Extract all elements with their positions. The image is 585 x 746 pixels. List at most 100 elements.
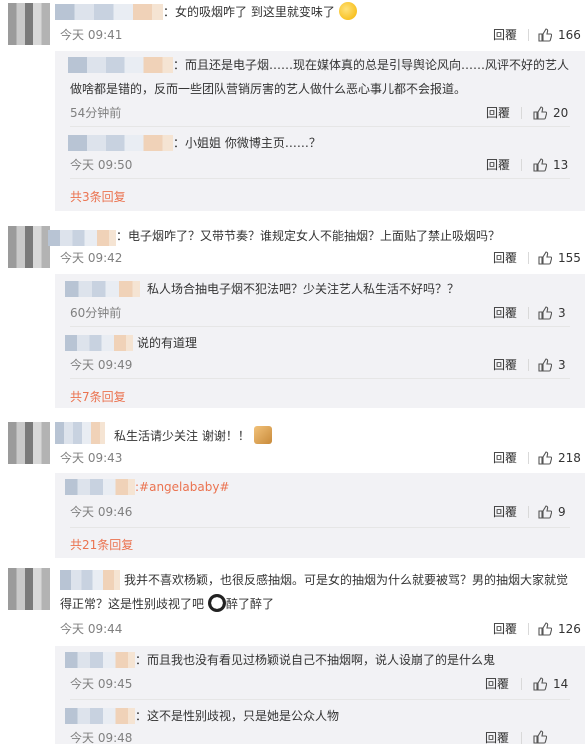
hashtag-link[interactable]: :#angelababy# [135,480,230,494]
like-button[interactable]: 9 [538,504,566,520]
like-button[interactable]: 166 [538,27,581,43]
comment-text: ：电子烟咋了？又带节奏？谁规定女人不能抽烟？上面贴了禁止吸烟吗？ [116,229,501,243]
divider [528,506,529,518]
divider [521,159,522,171]
username-mosaic[interactable] [65,335,133,351]
divider [521,107,522,119]
divider [528,29,529,41]
reply-button[interactable]: 回覆 [493,621,517,637]
divider [70,326,570,327]
like-count: 14 [553,677,569,691]
reply-box: 私人场合抽电子烟不犯法吧？少关注艺人私生活不好吗？？ 60分钟前 回覆 3 说的… [55,274,585,408]
divider [70,378,570,379]
thumbs-up-icon [538,505,552,519]
divider [70,178,570,179]
divider [70,527,570,528]
avatar[interactable] [8,226,50,268]
view-more-replies-link[interactable]: 共7条回复 [70,389,126,405]
like-button[interactable]: 3 [538,357,566,373]
like-button[interactable]: 3 [538,305,566,321]
reply-time: 54分钟前 [70,106,122,120]
reply-box: ：而且还是电子烟……现在媒体真的总是引导舆论风向……风评不好的艺人做啥都是错的，… [55,51,585,211]
reply-button[interactable]: 回覆 [493,27,517,43]
username-mosaic[interactable] [48,230,116,246]
view-more-replies-link[interactable]: 共3条回复 [70,189,126,205]
comment-thread: 私生活请少关注 谢谢！！ 今天 09:43 回覆 218 :#angelabab… [0,420,585,562]
username-mosaic[interactable] [55,4,163,20]
reply-button[interactable]: 回覆 [493,450,517,466]
comment-time: 今天 09:43 [60,451,123,465]
comment-thread: ：电子烟咋了？又带节奏？谁规定女人不能抽烟？上面贴了禁止吸烟吗？ 今天 09:4… [0,226,585,412]
thumbs-up-icon [538,251,552,265]
reply-button[interactable]: 回覆 [486,157,510,173]
reply-text: ：而且我也没有看见过杨颖说自己不抽烟啊，说人设崩了的是什么鬼 [135,653,496,667]
username-mosaic[interactable] [68,135,173,151]
like-count: 166 [558,28,581,42]
reply-button[interactable]: 回覆 [493,357,517,373]
shy-face-emoji [338,2,357,20]
thumbs-up-icon [538,358,552,372]
reply-text: :#angelababy# [135,475,230,499]
username-mosaic[interactable] [65,479,135,495]
comment-thread: ：女的吸烟咋了 到这里就变味了 今天 09:41 回覆 166 ：而且还是电子烟… [0,0,585,220]
reply-time: 今天 09:46 [70,505,133,519]
like-button[interactable] [533,730,553,744]
thumbs-up-icon [538,451,552,465]
reply-text: 私人场合抽电子烟不犯法吧？少关注艺人私生活不好吗？？ [147,282,460,296]
thumbs-up-icon [533,158,547,172]
reply-text: 说的有道理 [137,336,198,350]
like-button[interactable]: 20 [533,105,568,121]
like-count: 3 [558,358,566,372]
reply-button[interactable]: 回覆 [493,305,517,321]
avatar[interactable] [8,3,50,45]
like-button[interactable]: 14 [533,676,568,692]
divider [528,252,529,264]
comment-time: 今天 09:41 [60,28,123,42]
divider [70,699,570,700]
like-count: 20 [553,106,569,120]
username-mosaic[interactable] [65,281,140,297]
reply-text: ：这不是性别歧视，只是她是公众人物 [135,709,340,723]
reply-time: 今天 09:50 [70,158,133,172]
avatar[interactable] [8,568,50,610]
username-mosaic[interactable] [55,422,105,444]
like-button[interactable]: 13 [533,157,568,173]
avatar[interactable] [8,422,50,464]
like-button[interactable]: 155 [538,250,581,266]
comment-thread: 我并不喜欢杨颖，也很反感抽烟。可是女的抽烟为什么就要被骂？男的抽烟大家就觉得正常… [0,566,585,745]
like-count: 9 [558,505,566,519]
like-button[interactable]: 126 [538,621,581,637]
reply-time: 60分钟前 [70,306,122,320]
divider [521,732,522,744]
username-mosaic[interactable] [65,708,135,724]
thumbs-up-icon [533,677,547,691]
panda-face-emoji [208,594,227,612]
reply-button[interactable]: 回覆 [486,105,510,121]
view-more-replies-link[interactable]: 共21条回复 [70,537,133,553]
like-count: 13 [553,158,569,172]
divider [528,359,529,371]
divider [528,623,529,635]
thumbs-up-icon [538,622,552,636]
reply-button[interactable]: 回覆 [493,250,517,266]
like-button[interactable]: 218 [538,450,581,466]
reply-button[interactable]: 回覆 [493,504,517,520]
reply-button[interactable]: 回覆 [485,676,509,692]
like-count: 155 [558,251,581,265]
like-count: 126 [558,622,581,636]
divider [528,307,529,319]
reply-box: :#angelababy# 今天 09:46 回覆 9 共21条回复 [55,473,585,558]
thumbs-up-icon [533,730,547,744]
username-mosaic[interactable] [65,652,135,668]
reply-box: ：而且我也没有看见过杨颖说自己不抽烟啊，说人设崩了的是什么鬼 今天 09:45 … [55,646,585,745]
reply-text: ：而且还是电子烟……现在媒体真的总是引导舆论风向……风评不好的艺人做啥都是错的，… [70,58,570,96]
thumbs-up-icon [538,306,552,320]
comment-time: 今天 09:42 [60,251,123,265]
like-count: 218 [558,451,581,465]
praying-hands-emoji [253,426,272,444]
thumbs-up-icon [533,106,547,120]
divider [528,452,529,464]
divider [70,126,570,127]
reply-time: 今天 09:49 [70,358,133,372]
comment-time: 今天 09:44 [60,622,123,636]
